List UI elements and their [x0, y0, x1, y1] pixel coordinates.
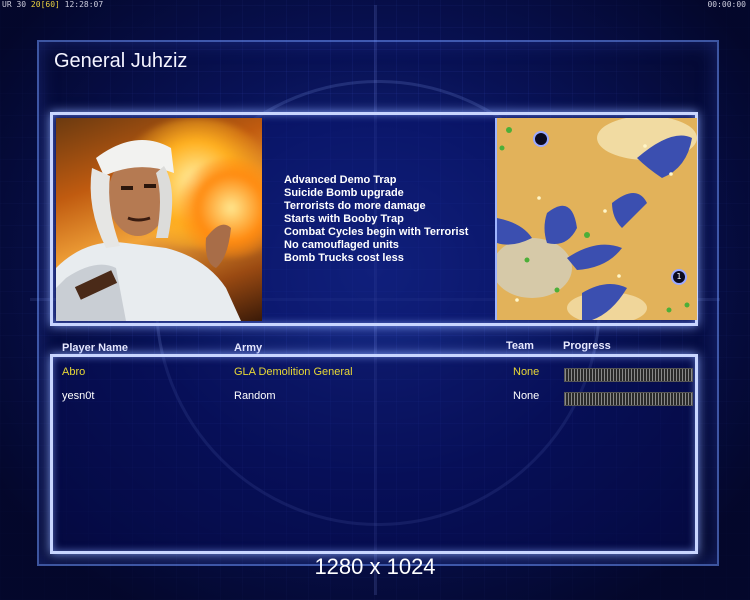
general-perks-list: Advanced Demo Trap Suicide Bomb upgrade … [284, 174, 468, 265]
player-name: yesn0t [62, 390, 95, 402]
map-preview: 1 [495, 118, 697, 320]
resolution-label: 1280 x 1024 [314, 554, 436, 579]
status-fps: 20 [30, 0, 41, 9]
column-header-player-name: Player Name [62, 342, 129, 354]
perk-item: Suicide Bomb upgrade [284, 187, 404, 199]
status-game-time: 00:00:00 [707, 0, 746, 9]
general-figure [56, 140, 241, 321]
player-team: None [513, 366, 540, 378]
perk-item: Advanced Demo Trap [284, 174, 397, 186]
column-header-progress: Progress [563, 340, 611, 352]
player-name: Abro [62, 366, 86, 378]
debug-status-bar: UR 30 20[60] 12:28:07 00:00:00 [0, 0, 750, 10]
player-army: GLA Demolition General [234, 366, 353, 378]
player-progress-bar [564, 392, 693, 406]
perk-item: No camouflaged units [284, 239, 399, 251]
column-header-army: Army [234, 342, 263, 354]
status-fps-avg: [60] [40, 0, 60, 9]
status-time: 12:28:07 [64, 0, 104, 9]
table-row: Abro GLA Demolition General None [0, 366, 750, 382]
perk-item: Terrorists do more damage [284, 200, 426, 212]
status-prefix: UR 30 [2, 0, 27, 9]
perk-item: Starts with Booby Trap [284, 213, 404, 225]
player-progress-bar [564, 368, 693, 382]
start-position-marker-1[interactable]: 1 [671, 269, 687, 285]
perk-item: Bomb Trucks cost less [284, 252, 404, 264]
player-team: None [513, 390, 540, 402]
table-row: yesn0t Random None [0, 390, 750, 406]
general-portrait [56, 118, 262, 321]
column-header-team: Team [506, 340, 534, 352]
perk-item: Combat Cycles begin with Terrorist [284, 226, 469, 238]
start-position-marker-2[interactable] [533, 131, 549, 147]
player-army: Random [234, 390, 276, 402]
players-panel [50, 354, 698, 554]
general-title: General Juhziz [54, 50, 188, 72]
map-terrain [497, 118, 697, 320]
status-left: UR 30 20[60] 12:28:07 [2, 0, 103, 10]
